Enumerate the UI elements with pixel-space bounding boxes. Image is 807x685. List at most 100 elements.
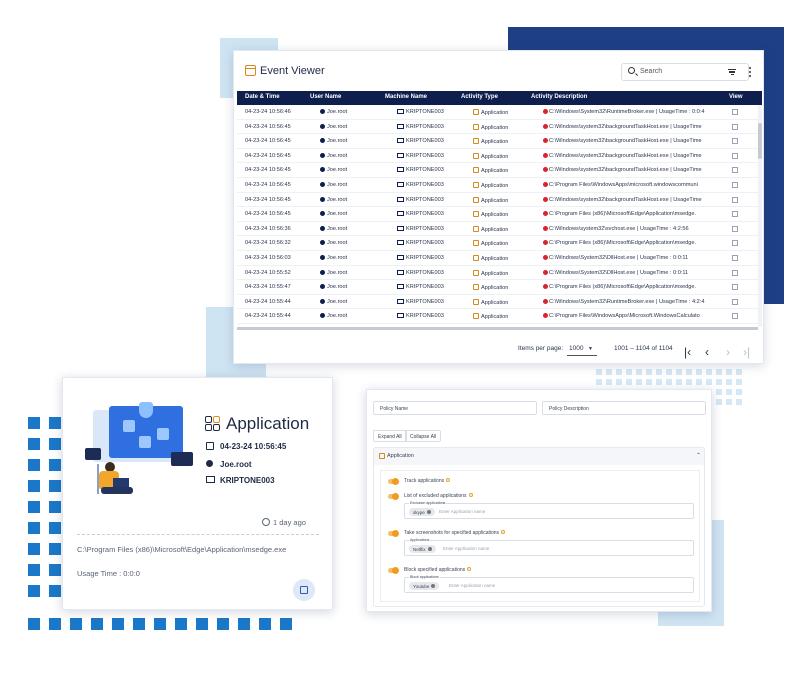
application-name-input[interactable]: Enter Application name — [449, 583, 495, 588]
select-underline — [567, 355, 597, 356]
decor-dot — [28, 618, 40, 630]
user-icon — [320, 225, 325, 231]
screenshot-applications-toggle[interactable] — [388, 530, 399, 537]
section-header[interactable]: Application ⌃ — [374, 448, 704, 465]
remove-chip-icon[interactable] — [426, 510, 431, 514]
row-view-button[interactable] — [732, 167, 738, 175]
row-machine: KRIPTONE003 — [397, 284, 444, 290]
policy-name-field[interactable]: Policy Name — [373, 401, 537, 415]
row-view-button[interactable] — [732, 123, 738, 132]
track-applications-toggle[interactable] — [388, 478, 399, 485]
previous-page-button[interactable]: ‹ — [705, 345, 709, 359]
row-view-button[interactable] — [732, 298, 738, 307]
row-view-button[interactable] — [732, 255, 738, 263]
application-icon — [473, 313, 479, 320]
column-header-activity[interactable]: Activity Type — [461, 94, 498, 100]
time-ago: 1 day ago — [262, 518, 306, 527]
filter-icon[interactable] — [728, 69, 736, 76]
table-row[interactable]: 04-23-24 10:55:47 Joe.root KRIPTONE003 Appl… — [237, 280, 758, 295]
decor-dot — [133, 618, 145, 630]
row-activity: Application — [473, 196, 508, 204]
policy-description-field[interactable]: Policy Description — [542, 401, 706, 415]
decor-dot — [28, 438, 40, 450]
decor-dot — [716, 379, 722, 385]
expand-all-button[interactable]: Expand All — [373, 430, 407, 442]
column-header-machine[interactable]: Machine Name — [385, 94, 427, 100]
search-input[interactable]: Search — [621, 63, 749, 81]
column-header-description[interactable]: Activity Description — [531, 94, 587, 100]
field-label: Applications — [409, 538, 431, 542]
table-row[interactable]: 04-23-24 10:56:45 Joe.root KRIPTONE003 Appl… — [237, 163, 758, 178]
chevron-up-icon[interactable]: ⌃ — [696, 452, 701, 459]
horizontal-scrollbar[interactable] — [237, 327, 758, 330]
table-row[interactable]: 04-23-24 10:56:32 Joe.root KRIPTONE003 Appl… — [237, 236, 758, 251]
application-icon — [473, 182, 479, 188]
status-dot-icon — [543, 240, 548, 246]
column-header-user[interactable]: User Name — [310, 94, 341, 100]
application-name-input[interactable]: Enter Application name — [439, 509, 485, 514]
decor-dot — [28, 459, 40, 471]
decor-dot — [616, 379, 622, 385]
table-row[interactable]: 04-23-24 10:55:44 Joe.root KRIPTONE003 Appl… — [237, 295, 758, 310]
row-machine: KRIPTONE003 — [397, 313, 444, 319]
table-row[interactable]: 04-23-24 10:56:45 Joe.root KRIPTONE003 Appl… — [237, 120, 758, 135]
last-page-button[interactable]: ›| — [743, 345, 750, 359]
row-activity: Application — [473, 269, 508, 277]
scrollbar-thumb[interactable] — [758, 123, 762, 159]
row-view-button[interactable] — [732, 109, 738, 117]
open-details-button[interactable] — [293, 579, 315, 601]
table-row[interactable]: 04-23-24 10:56:46 Joe.root KRIPTONE003 Appl… — [237, 105, 758, 120]
chip-netflix[interactable]: Netflix — [409, 545, 436, 553]
chevron-down-icon[interactable]: ▼ — [588, 346, 593, 352]
remove-chip-icon[interactable] — [431, 584, 436, 588]
row-view-button[interactable] — [732, 269, 738, 278]
collapse-all-button[interactable]: Collapse All — [405, 430, 442, 442]
row-view-button[interactable] — [732, 240, 738, 248]
paginator: Items per page: 1000 ▼ 1001 – 1104 of 11… — [234, 339, 763, 359]
more-options-icon[interactable] — [749, 67, 751, 77]
table-row[interactable]: 04-23-24 10:56:45 Joe.root KRIPTONE003 Appl… — [237, 134, 758, 149]
remove-chip-icon[interactable] — [427, 547, 432, 551]
decor-dot — [49, 564, 61, 576]
decor-dot — [91, 618, 103, 630]
chip-skype[interactable]: skype — [409, 508, 435, 516]
row-view-button[interactable] — [732, 196, 738, 205]
decor-dot — [28, 522, 40, 534]
excluded-applications-toggle[interactable] — [388, 493, 399, 500]
table-row[interactable]: 04-23-24 10:56:45 Joe.root KRIPTONE003 Appl… — [237, 193, 758, 208]
first-page-button[interactable]: |‹ — [684, 345, 691, 359]
table-row[interactable]: 04-23-24 10:56:36 Joe.root KRIPTONE003 Appl… — [237, 222, 758, 237]
row-view-button[interactable] — [732, 138, 738, 146]
block-applications-field[interactable]: Block applications Youtube Enter Applica… — [404, 575, 694, 593]
row-view-button[interactable] — [732, 313, 738, 321]
table-row[interactable]: 04-23-24 10:55:44 Joe.root KRIPTONE003 Appl… — [237, 309, 758, 324]
table-row[interactable]: 04-23-24 10:55:52 Joe.root KRIPTONE003 Appl… — [237, 266, 758, 281]
row-description: C:\Windows\System32\DllHost.exe | UsageT… — [543, 255, 728, 261]
application-name-input[interactable]: Enter Application name — [443, 546, 489, 551]
row-view-button[interactable] — [732, 284, 738, 292]
application-icon — [473, 269, 479, 276]
monitor-icon — [397, 313, 404, 319]
decor-dot — [606, 369, 612, 375]
monitor-icon — [397, 269, 404, 275]
next-page-button[interactable]: › — [726, 345, 730, 359]
table-row[interactable]: 04-23-24 10:56:45 Joe.root KRIPTONE003 Appl… — [237, 149, 758, 164]
application-icon — [379, 453, 385, 459]
row-view-button[interactable] — [732, 182, 738, 190]
row-machine: KRIPTONE003 — [397, 255, 444, 261]
items-per-page-select[interactable]: 1000 — [569, 345, 583, 352]
table-row[interactable]: 04-23-24 10:56:45 Joe.root KRIPTONE003 Appl… — [237, 178, 758, 193]
vertical-scrollbar[interactable] — [758, 105, 762, 327]
chip-youtube[interactable]: Youtube — [409, 582, 440, 590]
table-row[interactable]: 04-23-24 10:56:45 Joe.root KRIPTONE003 Appl… — [237, 207, 758, 222]
screenshot-applications-field[interactable]: Applications Netflix Enter Application n… — [404, 538, 694, 556]
table-row[interactable]: 04-23-24 10:56:03 Joe.root KRIPTONE003 Appl… — [237, 251, 758, 266]
row-view-button[interactable] — [732, 152, 738, 161]
row-activity: Application — [473, 211, 508, 218]
excluded-applications-field[interactable]: Exclusion applications skype Enter Appli… — [404, 501, 694, 519]
row-view-button[interactable] — [732, 211, 738, 219]
column-header-date[interactable]: Date & Time — [245, 94, 280, 100]
row-view-button[interactable] — [732, 225, 738, 234]
application-icon — [473, 123, 479, 130]
block-applications-toggle[interactable] — [388, 567, 399, 574]
